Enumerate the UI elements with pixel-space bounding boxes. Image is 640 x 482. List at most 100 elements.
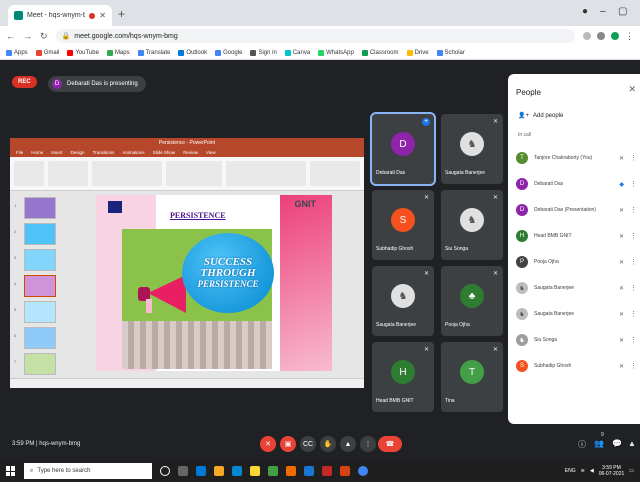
camera-off-button[interactable]: ▣ xyxy=(280,436,296,452)
more-options-icon[interactable]: ⋮ xyxy=(630,258,637,266)
profile-icon[interactable]: ● xyxy=(582,6,588,17)
star-icon[interactable] xyxy=(583,32,591,40)
bookmark-item[interactable]: Gmail xyxy=(35,49,59,56)
participant-tile[interactable]: ✕ H Head BMB GNIT xyxy=(372,342,434,412)
success-bubble: SUCCESS THROUGH PERSISTENCE xyxy=(182,233,274,313)
bookmark-item[interactable]: Apps xyxy=(6,49,28,56)
browser-tab[interactable]: Meet - hqs-wnym-bmg ✕ xyxy=(8,5,112,26)
leave-call-button[interactable]: ☎ xyxy=(378,436,402,452)
address-bar[interactable]: 🔒 meet.google.com/hqs-wnym-bmg xyxy=(55,29,575,43)
more-options-icon[interactable]: ⋮ xyxy=(630,154,637,162)
bookmark-item[interactable]: Outlook xyxy=(178,49,207,56)
thumb-number: 6 xyxy=(14,333,17,338)
cortana-icon[interactable] xyxy=(160,466,170,476)
person-row[interactable]: T Tanjore Chakraborty (You) ✕ ⋮ xyxy=(516,148,637,168)
task-view-icon[interactable] xyxy=(178,466,188,476)
minimize-button[interactable]: – xyxy=(600,6,606,17)
chrome-menu-icon[interactable]: ⋮ xyxy=(625,31,634,42)
person-row[interactable]: D Debarati Das ◆ ⋮ xyxy=(516,174,637,194)
app-icon[interactable] xyxy=(286,466,296,476)
bookmark-item[interactable]: Maps xyxy=(106,49,130,56)
participant-tile[interactable]: ✕ ♣ Pooja Ojha xyxy=(441,266,503,336)
participant-tile[interactable]: ✕ S Subhadip Ghosh xyxy=(372,190,434,260)
raise-hand-button[interactable]: ✋ xyxy=(320,436,336,452)
more-options-icon[interactable]: ⋮ xyxy=(630,362,637,370)
participant-tile[interactable]: ✕ ♞ Saugata Banerjee xyxy=(441,114,503,184)
bookmark-item[interactable]: Classroom xyxy=(361,49,399,56)
new-tab-button[interactable]: + xyxy=(118,7,125,21)
participant-avatar: H xyxy=(391,360,415,384)
taskbar-search-box[interactable]: ⌕ Type here to search xyxy=(24,463,152,479)
powerpoint-icon[interactable] xyxy=(340,466,350,476)
participant-tile[interactable]: ✕ ♞ Saugata Banerjee xyxy=(372,266,434,336)
slide-thumbnail xyxy=(24,249,56,271)
bookmark-item[interactable]: Translate xyxy=(137,49,170,56)
maximize-button[interactable]: ▢ xyxy=(618,6,627,17)
bookmark-item[interactable]: Drive xyxy=(406,49,429,56)
canva-icon xyxy=(284,49,291,56)
taskbar-clock[interactable]: 3:59 PM 06-07-2021 xyxy=(599,465,625,477)
word-icon[interactable] xyxy=(304,466,314,476)
more-options-icon[interactable]: ⋮ xyxy=(630,310,637,318)
more-options-icon[interactable]: ⋮ xyxy=(630,180,637,188)
more-options-icon[interactable]: ⋮ xyxy=(630,336,637,344)
back-arrow-icon[interactable]: ← xyxy=(6,31,15,41)
person-row[interactable]: ♞ Siu Songa ✕ ⋮ xyxy=(516,330,637,350)
notifications-icon[interactable]: ▭ xyxy=(629,468,634,474)
person-row[interactable]: ♞ Saugata Banerjee ✕ ⋮ xyxy=(516,304,637,324)
bookmark-item[interactable]: Canva xyxy=(284,49,310,56)
meeting-details-icon[interactable]: ⓘ xyxy=(578,439,586,450)
activities-icon[interactable]: ▲ xyxy=(628,439,636,448)
edge-icon[interactable] xyxy=(196,466,206,476)
tray-language[interactable]: ENG xyxy=(565,468,576,474)
participant-tile[interactable]: + D Debarati Das xyxy=(370,112,436,186)
app-icon[interactable] xyxy=(322,466,332,476)
forward-arrow-icon[interactable]: → xyxy=(23,31,32,41)
extension-icon[interactable] xyxy=(597,32,605,40)
add-people-button[interactable]: 👤+ Add people xyxy=(518,112,564,120)
bookmark-item[interactable]: YouTube xyxy=(67,49,99,56)
people-icon[interactable]: 👥 xyxy=(594,439,604,448)
mic-muted-icon: ✕ xyxy=(423,271,429,277)
more-options-icon[interactable]: ⋮ xyxy=(630,206,637,214)
captions-button[interactable]: CC xyxy=(300,436,316,452)
tab-close-icon[interactable]: ✕ xyxy=(99,11,106,20)
scholar-icon xyxy=(436,49,443,56)
pin-icon[interactable]: + xyxy=(422,118,430,126)
app-icon[interactable] xyxy=(268,466,278,476)
chrome-icon[interactable] xyxy=(358,466,368,476)
chat-icon[interactable]: 💬 xyxy=(612,439,622,448)
more-options-icon[interactable]: ⋮ xyxy=(630,284,637,292)
mic-off-button[interactable]: ✕ xyxy=(260,436,276,452)
reload-icon[interactable]: ↻ xyxy=(40,31,48,42)
present-button[interactable]: ▲ xyxy=(340,436,356,452)
app-icon[interactable] xyxy=(250,466,260,476)
volume-icon[interactable]: ◀ xyxy=(590,468,594,474)
bookmark-item[interactable]: Google xyxy=(215,49,242,56)
participant-tile[interactable]: ✕ T Tina xyxy=(441,342,503,412)
wifi-icon[interactable]: ≋ xyxy=(581,468,585,474)
bookmark-item[interactable]: WhatsApp xyxy=(318,49,354,56)
more-options-icon[interactable]: ⋮ xyxy=(630,232,637,240)
participant-avatar: ♣ xyxy=(460,284,484,308)
more-options-button[interactable]: ⋮ xyxy=(360,436,376,452)
windows-start-icon[interactable] xyxy=(6,466,16,476)
person-row[interactable]: S Subhadip Ghosh ✕ ⋮ xyxy=(516,356,637,376)
ppt-menu-transitions: Transitions xyxy=(92,150,115,155)
close-panel-icon[interactable]: ✕ xyxy=(628,84,636,95)
person-row[interactable]: D Debarati Das (Presentation) ✕ ⋮ xyxy=(516,200,637,220)
mic-muted-icon: ✕ xyxy=(492,195,498,201)
person-row[interactable]: H Head BMB GNIT ✕ ⋮ xyxy=(516,226,637,246)
participant-name: Tina xyxy=(445,398,455,404)
current-slide: PERSISTENCE GNIT SUCCESS THROUGH PERSIST… xyxy=(96,195,332,371)
store-icon[interactable] xyxy=(232,466,242,476)
bookmark-item[interactable]: Sign in xyxy=(250,49,277,56)
captions-icon: CC xyxy=(302,440,314,448)
participant-tile[interactable]: ✕ ♞ Siu Songa xyxy=(441,190,503,260)
person-row[interactable]: ♞ Saugata Banerjee ✕ ⋮ xyxy=(516,278,637,298)
add-people-label: Add people xyxy=(532,112,564,119)
bookmark-item[interactable]: Scholar xyxy=(436,49,465,56)
file-explorer-icon[interactable] xyxy=(214,466,224,476)
person-row[interactable]: P Pooja Ojha ✕ ⋮ xyxy=(516,252,637,272)
account-avatar-icon[interactable] xyxy=(611,32,619,40)
